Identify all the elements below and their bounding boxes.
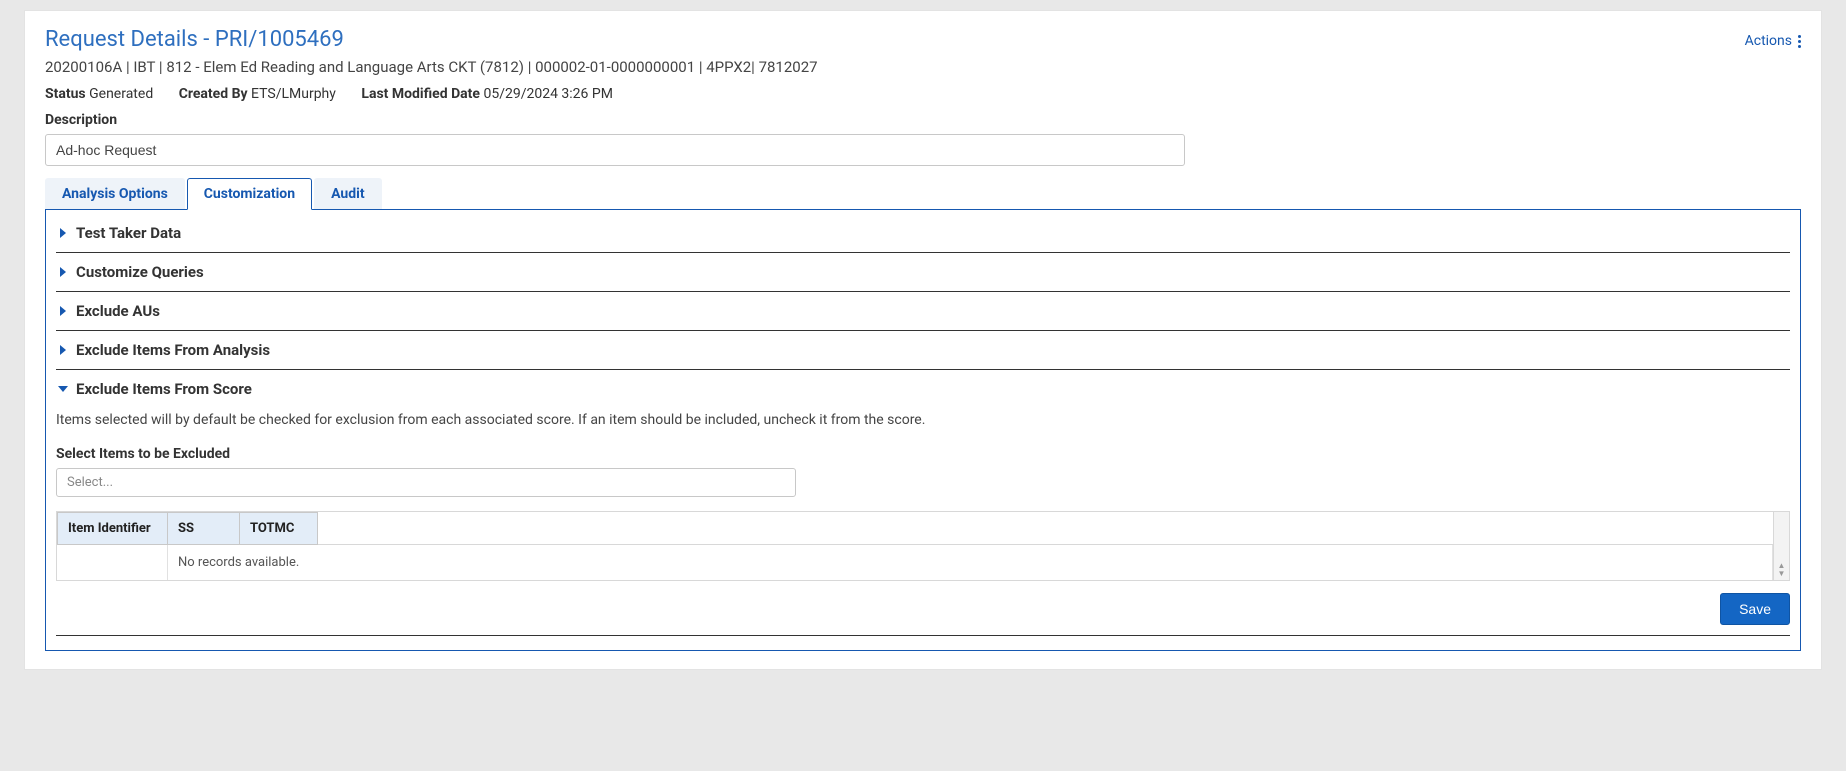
kebab-icon [1798,35,1801,48]
accordion-header-exclude-aus[interactable]: Exclude AUs [56,302,1790,320]
last-modified-value: 05/29/2024 3:26 PM [483,86,613,102]
empty-cell [58,545,168,581]
chevron-right-icon [56,265,70,279]
last-modified-label: Last Modified Date [361,86,480,102]
actions-label: Actions [1745,33,1792,49]
tab-customization[interactable]: Customization [187,178,312,210]
chevron-right-icon [56,226,70,240]
chevron-down-icon [56,382,70,396]
accordion-exclude-items-analysis: Exclude Items From Analysis [56,331,1790,370]
table-row: No records available. [58,545,1773,581]
accordion-title: Exclude AUs [76,302,160,320]
accordion-title: Exclude Items From Analysis [76,341,270,359]
select-items-multiselect[interactable]: Select... [56,468,796,497]
accordion-title: Exclude Items From Score [76,380,252,398]
tab-audit[interactable]: Audit [314,178,382,209]
exclude-items-score-body: Items selected will by default be checke… [56,398,1790,625]
help-text: Items selected will by default be checke… [56,412,1790,428]
accordion-exclude-aus: Exclude AUs [56,292,1790,331]
accordion-exclude-items-score: Exclude Items From Score Items selected … [56,370,1790,636]
accordion-title: Test Taker Data [76,224,181,242]
column-item-identifier[interactable]: Item Identifier [58,513,168,545]
select-items-label: Select Items to be Excluded [56,446,1790,462]
accordion-customize-queries: Customize Queries [56,253,1790,292]
scroll-down-icon: ▼ [1778,570,1786,578]
accordion-test-taker-data: Test Taker Data [56,220,1790,253]
exclusion-grid: Item Identifier SS TOTMC No records avai… [56,511,1790,581]
table-header-row: Item Identifier SS TOTMC [58,513,1773,545]
no-records-cell: No records available. [168,545,1773,581]
chevron-right-icon [56,343,70,357]
accordion-header-customize-queries[interactable]: Customize Queries [56,263,1790,281]
multiselect-placeholder: Select... [67,475,113,490]
request-details-card: Request Details - PRI/1005469 Actions 20… [24,10,1822,670]
column-ss[interactable]: SS [168,513,240,545]
description-input[interactable] [45,134,1185,166]
save-button[interactable]: Save [1720,593,1790,625]
accordion-header-exclude-items-score[interactable]: Exclude Items From Score [56,380,1790,398]
page-title: Request Details - PRI/1005469 [45,27,344,52]
status-label: Status [45,86,86,102]
created-by-value: ETS/LMurphy [251,86,336,102]
accordion-header-exclude-items-analysis[interactable]: Exclude Items From Analysis [56,341,1790,359]
description-label: Description [45,112,1801,128]
chevron-right-icon [56,304,70,318]
accordion-header-test-taker-data[interactable]: Test Taker Data [56,224,1790,242]
created-by-label: Created By [179,86,248,102]
meta-row: Status Generated Created By ETS/LMurphy … [45,86,1801,102]
accordion-title: Customize Queries [76,263,204,281]
status-value: Generated [89,86,153,102]
customization-panel: Test Taker Data Customize Queries Exclud… [45,210,1801,651]
actions-menu[interactable]: Actions [1745,27,1801,49]
column-totmc[interactable]: TOTMC [240,513,318,545]
tab-analysis-options[interactable]: Analysis Options [45,178,185,209]
vertical-scrollbar[interactable]: ▲ ▼ [1773,512,1789,580]
column-filler [318,513,1773,545]
breadcrumb: 20200106A | IBT | 812 - Elem Ed Reading … [45,58,1801,76]
tab-bar: Analysis Options Customization Audit [45,178,1801,210]
